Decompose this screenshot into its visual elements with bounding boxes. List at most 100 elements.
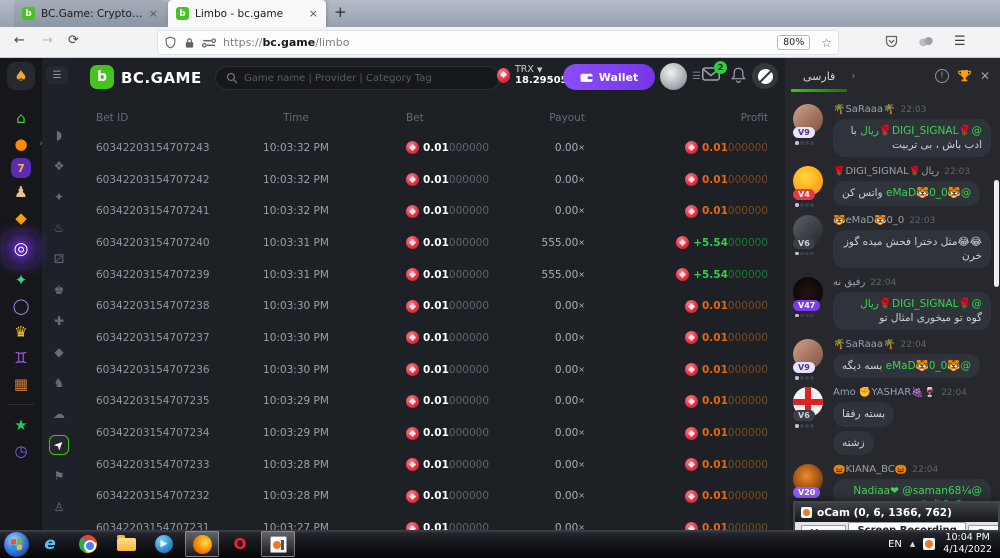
table-row[interactable]: 60342203154707237 10:03:30 PM 0.01000000…: [76, 322, 785, 354]
bookmark-star-icon[interactable]: ☆: [821, 36, 832, 50]
chat-bubbles: بسته رفقا زشته: [833, 402, 992, 454]
chat-username[interactable]: رفیق نه22:04: [833, 277, 992, 288]
bet-time: 10:03:29 PM: [236, 427, 356, 439]
ocam-tab-screen-recording[interactable]: Screen Recording: [848, 522, 965, 530]
back-button[interactable]: ←: [14, 33, 25, 48]
lock-icon[interactable]: [184, 37, 195, 49]
sidebar-item-party-games[interactable]: ♊: [9, 346, 33, 370]
taskbar-media-player[interactable]: ▶: [147, 531, 181, 557]
chat-username[interactable]: 🎃KIANA_BC🎃22:04: [833, 464, 992, 475]
tab-close-icon[interactable]: ×: [149, 7, 158, 20]
taskbar-file-explorer[interactable]: [109, 531, 143, 557]
tray-expand-icon[interactable]: ▲: [910, 540, 915, 548]
table-row[interactable]: 60342203154707240 10:03:31 PM 0.01000000…: [76, 227, 785, 259]
sidebar-game-icon-7[interactable]: ✚: [49, 311, 69, 331]
table-row[interactable]: 60342203154707236 10:03:30 PM 0.01000000…: [76, 354, 785, 386]
new-tab-button[interactable]: +: [334, 3, 347, 21]
sidebar-item-spin-wheel[interactable]: ★: [9, 413, 33, 437]
sidebar-item-promotions[interactable]: ◆: [9, 206, 33, 230]
sidebar-item-live-casino[interactable]: ♟: [9, 180, 33, 204]
extension-icon[interactable]: [918, 34, 934, 48]
sidebar-game-icon-10[interactable]: ☁: [49, 404, 69, 424]
chat-close-icon[interactable]: ✕: [980, 69, 990, 83]
chat-username[interactable]: 🌹DIGI_SIGNAL🌹ریال22:03: [833, 166, 992, 177]
zoom-level-badge[interactable]: 80%: [777, 35, 810, 50]
sidebar-item-home[interactable]: ⌂: [9, 106, 33, 130]
sidebar-item-limbo-current[interactable]: ◎: [4, 232, 38, 266]
table-row[interactable]: 60342203154707238 10:03:30 PM 0.01000000…: [76, 290, 785, 322]
table-row[interactable]: 60342203154707242 10:03:32 PM 0.01000000…: [76, 164, 785, 196]
taskbar-ocam[interactable]: [261, 531, 295, 557]
sidebar-game-icon-2[interactable]: ❖: [49, 156, 69, 176]
chat-username[interactable]: Amo ✊YASHAR🍇🍷22:04: [833, 387, 992, 398]
shield-icon[interactable]: [164, 36, 177, 49]
sidebar-game-icon-4[interactable]: ♨: [49, 218, 69, 238]
sidebar-game-icon-9[interactable]: ♞: [49, 373, 69, 393]
table-row[interactable]: 60342203154707231 10:03:27 PM 0.01000000…: [76, 512, 785, 530]
bet-profit: 0.01000000: [585, 427, 768, 440]
sidebar-item-sports[interactable]: ●›: [9, 132, 33, 156]
sidebar-game-icon-3[interactable]: ✦: [49, 187, 69, 207]
chat-rules-icon[interactable]: !: [935, 69, 949, 83]
taskbar-firefox[interactable]: [185, 531, 219, 557]
bet-payout: 555.00×: [526, 237, 585, 249]
sidebar-item-recent[interactable]: ◷: [9, 439, 33, 463]
table-row[interactable]: 60342203154707233 10:03:28 PM 0.01000000…: [76, 449, 785, 481]
ocam-tab-bar: Menu Screen Recording Game Recording: [795, 522, 998, 530]
permissions-icon[interactable]: [202, 37, 216, 49]
table-row[interactable]: 60342203154707239 10:03:31 PM 0.01000000…: [76, 259, 785, 291]
language-indicator[interactable]: EN: [888, 539, 902, 550]
browser-tab-bcgame[interactable]: b BC.Game: Crypto Casino Game ×: [14, 0, 166, 27]
sidebar-game-icon-13[interactable]: ♙: [49, 497, 69, 517]
table-row[interactable]: 60342203154707243 10:03:32 PM 0.01000000…: [76, 132, 785, 164]
bet-profit: +5.54000000: [585, 236, 768, 249]
sidebar-game-icon-5[interactable]: ⚂: [49, 249, 69, 269]
chat-message: V4 🌹DIGI_SIGNAL🌹ریال22:03 @🐯eMaD🐯0_0 وات…: [793, 166, 992, 205]
reload-button[interactable]: ⟳: [68, 33, 79, 48]
table-row[interactable]: 60342203154707232 10:03:28 PM 0.01000000…: [76, 481, 785, 513]
chat-scrollbar[interactable]: [994, 180, 999, 287]
chat-username[interactable]: 🌴SaRaaa🌴22:04: [833, 339, 992, 350]
bet-amount: 0.01000000: [356, 522, 526, 530]
sidebar-item-bonus[interactable]: ▦: [9, 372, 33, 396]
taskbar-chrome[interactable]: [71, 531, 105, 557]
trophy-icon[interactable]: [957, 69, 972, 83]
ocam-tray-icon[interactable]: [923, 538, 935, 550]
table-row[interactable]: 60342203154707234 10:03:29 PM 0.01000000…: [76, 417, 785, 449]
pocket-icon[interactable]: [884, 34, 899, 49]
sidebar-game-icon-1[interactable]: ◗: [49, 125, 69, 145]
chevron-right-icon[interactable]: ›: [851, 71, 855, 82]
table-row[interactable]: 60342203154707241 10:03:32 PM 0.01000000…: [76, 195, 785, 227]
browser-tab-limbo[interactable]: b Limbo - bc.game ×: [168, 0, 326, 27]
sidebar-item-lottery-ticket[interactable]: ✦: [9, 268, 33, 292]
taskbar-internet-explorer[interactable]: e: [33, 531, 67, 557]
sidebar-game-icon-6[interactable]: ♚: [49, 280, 69, 300]
spade-logo-icon[interactable]: ♠: [7, 62, 35, 90]
taskbar-opera[interactable]: O: [223, 531, 257, 557]
chat-bubble: زشته: [833, 431, 874, 455]
bet-time: 10:03:30 PM: [236, 300, 356, 312]
taskbar-clock[interactable]: 10:04 PM 4/14/2022: [943, 532, 992, 557]
sidebar-item-slots[interactable]: 7: [11, 158, 31, 178]
sidebar-item-vip-crown[interactable]: ♛: [9, 320, 33, 344]
table-row[interactable]: 60342203154707235 10:03:29 PM 0.01000000…: [76, 386, 785, 418]
menu-hamburger-icon[interactable]: ☰: [954, 34, 966, 49]
start-button[interactable]: [4, 532, 29, 557]
bet-amount: 0.01000000: [356, 141, 526, 154]
forward-button[interactable]: →: [42, 33, 53, 48]
sidebar-game-icon-12[interactable]: ⚑: [49, 466, 69, 486]
media-player-icon: ▶: [155, 535, 173, 553]
chat-username[interactable]: 🌴SaRaaa🌴22:03: [833, 104, 992, 115]
bet-id: 60342203154707232: [96, 490, 236, 502]
url-bar[interactable]: https://bc.game/limbo 80% ☆: [158, 31, 838, 54]
ocam-title-bar[interactable]: oCam (0, 6, 1366, 762): [795, 503, 998, 522]
sidebar-game-icon-11[interactable]: ➤: [49, 435, 69, 455]
chat-username[interactable]: 🐯eMaD🐯0_022:03: [833, 215, 992, 226]
sidebar-toggle-icon[interactable]: ☰: [46, 66, 68, 84]
chat-language-tab[interactable]: فارسی: [795, 70, 843, 83]
sidebar-item-roulette[interactable]: ◯: [9, 294, 33, 318]
sidebar-game-icon-8[interactable]: ◆: [49, 342, 69, 362]
tab-close-icon[interactable]: ×: [309, 7, 318, 20]
bcgame-favicon: b: [22, 7, 35, 20]
bet-payout: 555.00×: [526, 269, 585, 281]
